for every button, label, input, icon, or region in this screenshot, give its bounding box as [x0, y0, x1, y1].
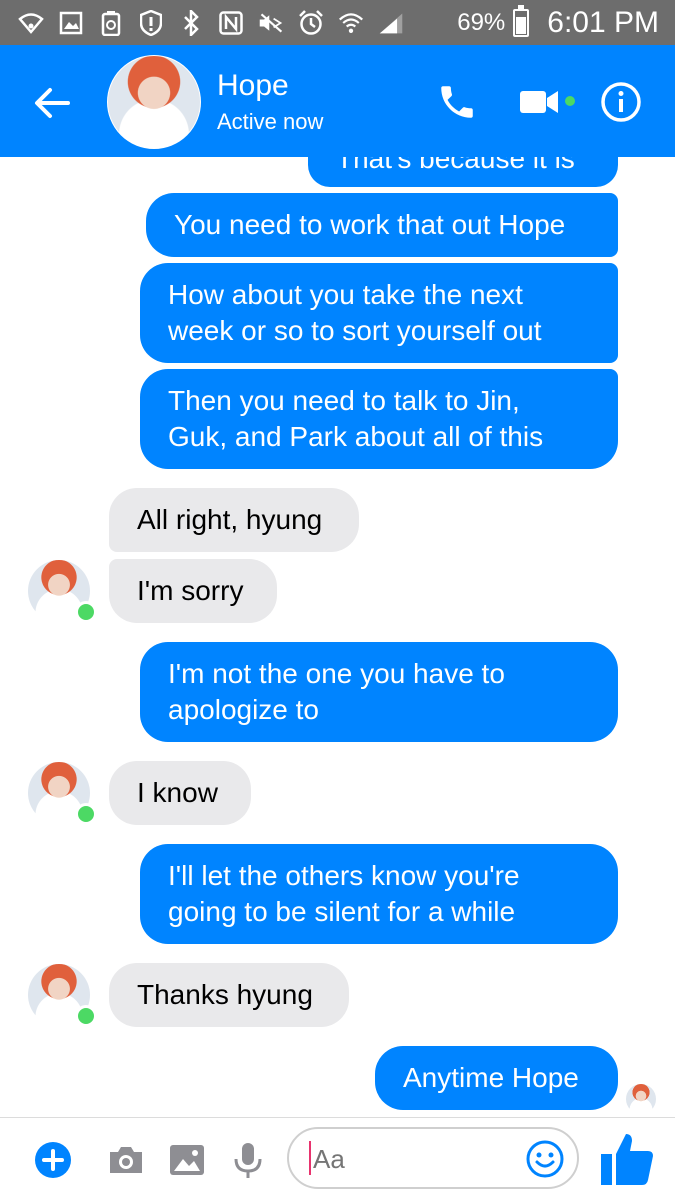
online-indicator — [75, 803, 97, 825]
conversation-header: Hope Active now — [0, 45, 675, 157]
wifi-signal-icon — [338, 10, 364, 36]
composer-bar — [0, 1117, 675, 1200]
microphone-icon[interactable] — [228, 1140, 268, 1180]
clock: 6:01 PM — [547, 5, 659, 39]
message-thread[interactable]: That's because it is You need to work th… — [0, 157, 675, 1117]
message-input-box[interactable] — [287, 1127, 579, 1189]
back-arrow-icon[interactable] — [30, 81, 74, 125]
nfc-icon — [218, 10, 244, 36]
online-indicator — [75, 1005, 97, 1027]
contact-name[interactable]: Hope — [217, 69, 289, 103]
mute-icon — [258, 10, 284, 36]
message-bubble-outgoing[interactable]: That's because it is — [308, 157, 618, 187]
contact-avatar[interactable] — [107, 55, 201, 149]
seen-receipt-avatar — [626, 1084, 656, 1114]
message-bubble-outgoing[interactable]: You need to work that out Hope — [146, 193, 618, 257]
info-icon[interactable] — [600, 81, 642, 123]
recycle-icon — [98, 10, 124, 36]
plus-icon[interactable] — [33, 1140, 73, 1180]
phone-icon[interactable] — [436, 81, 478, 123]
message-input[interactable] — [311, 1139, 515, 1179]
message-bubble-outgoing[interactable]: Anytime Hope — [375, 1046, 618, 1110]
gallery-icon — [58, 10, 84, 36]
message-bubble-incoming[interactable]: Thanks hyung — [109, 963, 349, 1027]
video-camera-icon[interactable] — [518, 85, 560, 119]
bluetooth-icon — [178, 9, 204, 36]
active-status: Active now — [217, 109, 324, 134]
wifi-icon — [18, 10, 44, 36]
message-bubble-outgoing[interactable]: Then you need to talk to Jin, Guk, and P… — [140, 369, 618, 469]
message-bubble-outgoing[interactable]: I'm not the one you have to apologize to — [140, 642, 618, 742]
message-bubble-incoming[interactable]: All right, hyung — [109, 488, 359, 552]
shield-alert-icon — [138, 9, 164, 36]
cell-signal-icon — [378, 10, 404, 36]
status-bar: 69% 6:01 PM — [0, 0, 675, 45]
emoji-icon[interactable] — [525, 1139, 565, 1179]
message-bubble-outgoing[interactable]: I'll let the others know you're going to… — [140, 844, 618, 944]
message-bubble-incoming[interactable]: I know — [109, 761, 251, 825]
message-bubble-outgoing[interactable]: How about you take the next week or so t… — [140, 263, 618, 363]
online-indicator — [75, 601, 97, 623]
alarm-icon — [298, 9, 324, 36]
thumbs-up-icon[interactable] — [598, 1130, 656, 1188]
online-indicator — [565, 96, 575, 106]
camera-icon[interactable] — [106, 1140, 146, 1180]
battery-icon — [513, 4, 530, 37]
battery-percent: 69% — [457, 8, 506, 36]
message-bubble-incoming[interactable]: I'm sorry — [109, 559, 277, 623]
image-icon[interactable] — [167, 1140, 207, 1180]
